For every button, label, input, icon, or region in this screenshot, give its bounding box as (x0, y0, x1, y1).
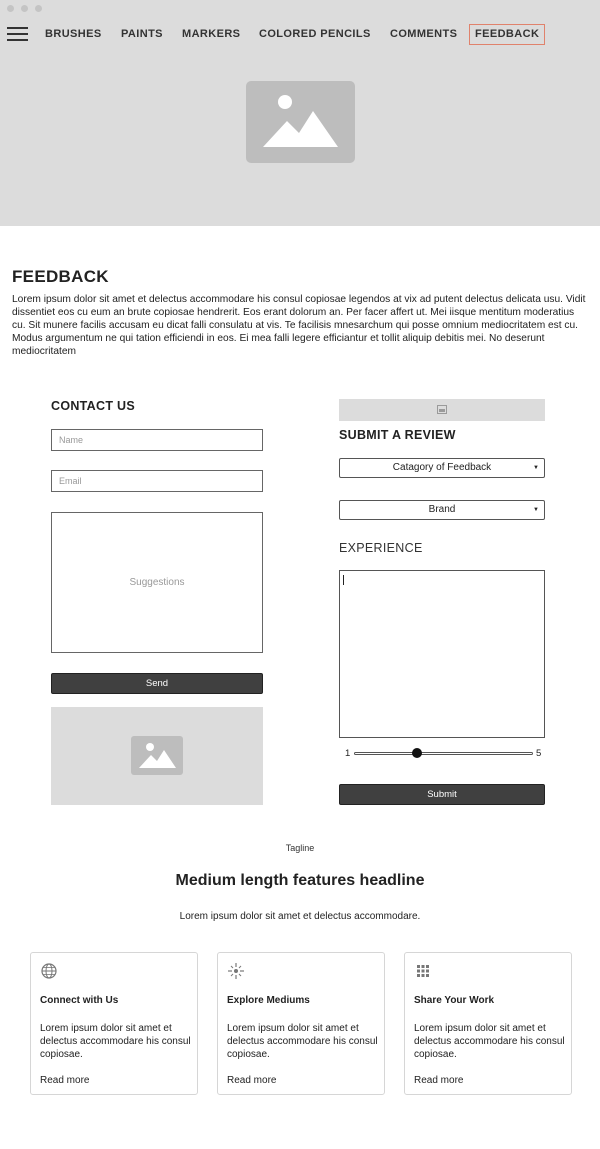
feature-card-title: Explore Mediums (227, 995, 310, 1006)
sparkle-icon (228, 963, 244, 979)
rating-max-label: 5 (536, 748, 542, 759)
email-field[interactable] (51, 470, 263, 492)
nav-item-brushes[interactable]: BRUSHES (45, 24, 102, 45)
intro-paragraph: Lorem ipsum dolor sit amet et delectus a… (12, 294, 586, 357)
grid-icon (417, 965, 429, 977)
brand-select-value: Brand (428, 504, 456, 515)
review-banner-placeholder (339, 399, 545, 421)
text-cursor (343, 575, 344, 585)
image-placeholder-icon (131, 736, 183, 775)
feature-card: Explore Mediums Lorem ipsum dolor sit am… (217, 952, 385, 1095)
nav-item-colored-pencils[interactable]: COLORED PENCILS (259, 24, 371, 45)
contact-image-placeholder (51, 707, 263, 805)
feature-card-title: Connect with Us (40, 995, 119, 1006)
hero-image-placeholder-icon (246, 81, 355, 163)
category-select[interactable]: Catagory of Feedback ▼ (339, 458, 545, 478)
feature-card-text: Lorem ipsum dolor sit amet et delectus a… (227, 1023, 378, 1060)
dropdown-arrow-icon: ▼ (533, 465, 539, 471)
experience-textarea[interactable] (339, 570, 545, 738)
feature-card-text: Lorem ipsum dolor sit amet et delectus a… (40, 1023, 191, 1060)
window-dot-close[interactable] (7, 5, 14, 12)
read-more-link[interactable]: Read more (227, 1075, 276, 1086)
top-nav: BRUSHES PAINTS MARKERS COLORED PENCILS C… (0, 22, 600, 48)
rating-slider-thumb[interactable] (411, 748, 422, 758)
nav-item-comments[interactable]: COMMENTS (390, 24, 457, 45)
brand-select[interactable]: Brand ▼ (339, 500, 545, 520)
hamburger-menu-icon[interactable] (7, 27, 28, 42)
small-image-icon (437, 405, 447, 414)
send-button[interactable]: Send (51, 673, 263, 694)
features-subline: Lorem ipsum dolor sit amet et delectus a… (179, 911, 421, 922)
feature-card-text: Lorem ipsum dolor sit amet et delectus a… (414, 1023, 565, 1060)
read-more-link[interactable]: Read more (414, 1075, 463, 1086)
window-dot-maximize[interactable] (35, 5, 42, 12)
name-field[interactable] (51, 429, 263, 451)
feature-card-title: Share Your Work (414, 995, 495, 1006)
read-more-link[interactable]: Read more (40, 1075, 89, 1086)
feature-card: Share Your Work Lorem ipsum dolor sit am… (404, 952, 572, 1095)
suggestions-field[interactable] (51, 512, 263, 653)
rating-slider[interactable] (354, 748, 533, 758)
category-select-value: Catagory of Feedback (392, 462, 492, 473)
window-controls (7, 5, 42, 12)
contact-heading: CONTACT US (51, 399, 136, 413)
experience-heading: EXPERIENCE (339, 541, 423, 555)
submit-button[interactable]: Submit (339, 784, 545, 805)
features-headline: Medium length features headline (175, 872, 425, 889)
nav-item-markers[interactable]: MARKERS (182, 24, 240, 45)
globe-icon (41, 963, 57, 979)
nav-item-feedback[interactable]: FEEDBACK (469, 24, 546, 45)
hero-banner: BRUSHES PAINTS MARKERS COLORED PENCILS C… (0, 0, 600, 226)
nav-item-paints[interactable]: PAINTS (121, 24, 163, 45)
page-title: FEEDBACK (12, 267, 109, 286)
feature-card: Connect with Us Lorem ipsum dolor sit am… (30, 952, 198, 1095)
dropdown-arrow-icon: ▼ (533, 507, 539, 513)
tagline: Tagline (285, 843, 315, 853)
rating-min-label: 1 (345, 748, 351, 759)
review-heading: SUBMIT A REVIEW (339, 428, 456, 442)
window-dot-minimize[interactable] (21, 5, 28, 12)
